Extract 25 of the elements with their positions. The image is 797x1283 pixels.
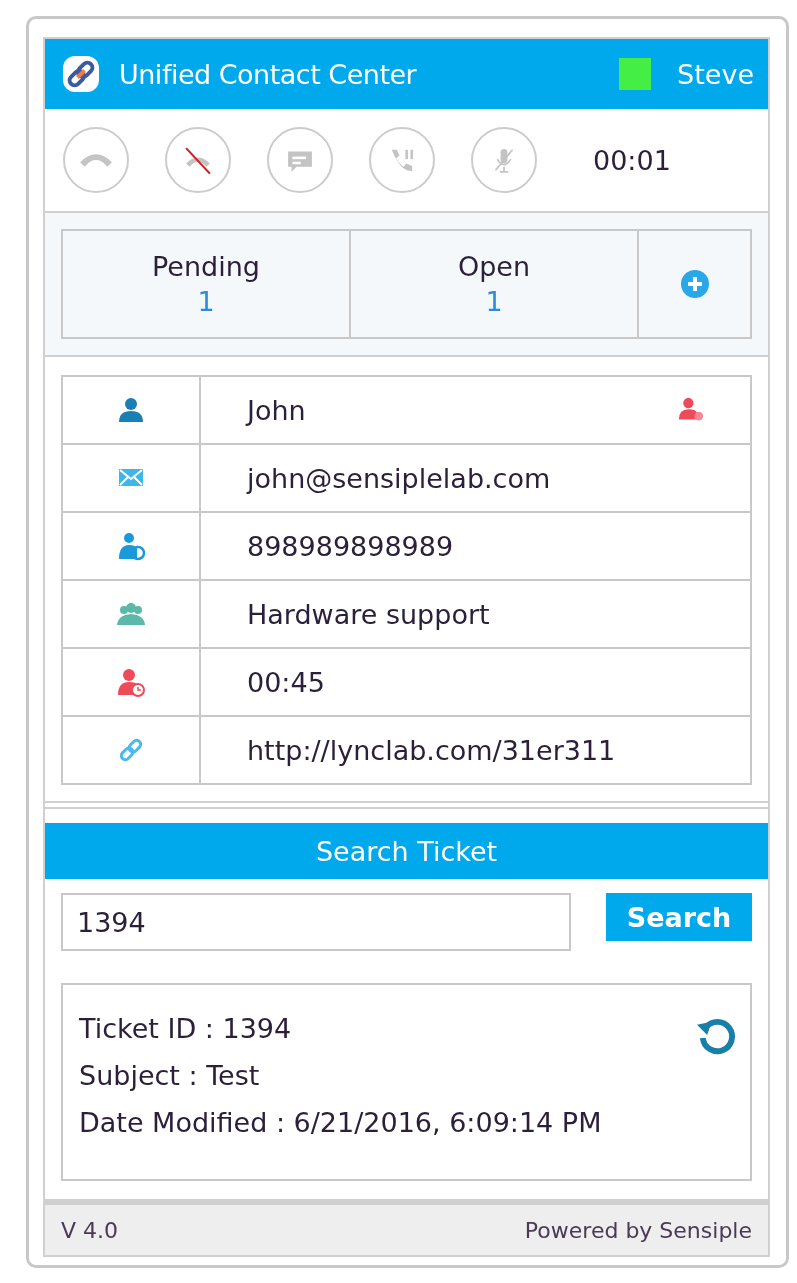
chain-link-icon: [61, 54, 101, 94]
contact-value: http://lynclab.com/31er311: [247, 734, 616, 766]
ticket-detail: Subject : Test: [79, 1060, 260, 1091]
person-clock-icon: [116, 667, 146, 697]
ticket-detail: Date Modified : 6/21/2016, 6:09:14 PM: [79, 1107, 602, 1138]
contact-value: Hardware support: [247, 598, 490, 630]
phone-handset-icon: [79, 152, 113, 168]
version-label: V 4.0: [61, 1217, 119, 1243]
user-name: Steve: [677, 58, 754, 90]
contact-value: john@sensiplelab.com: [247, 462, 551, 494]
powered-by-label: Powered by Sensiple: [524, 1217, 752, 1243]
queue-tab[interactable]: Open 1: [351, 231, 639, 337]
person-icon: [116, 395, 146, 425]
person-icon[interactable]: [676, 397, 706, 423]
ticket-search-field[interactable]: 1394: [61, 893, 571, 951]
call-timer: 00:01: [593, 144, 671, 176]
person-phone-icon: [116, 531, 146, 561]
ticket-detail: Ticket ID : 1394: [79, 1013, 292, 1044]
contact-value: John: [247, 394, 306, 426]
contact-value: 898989898989: [247, 530, 454, 562]
app-title: Unified Contact Center: [119, 58, 418, 90]
add-icon[interactable]: [679, 269, 710, 299]
queue-tab[interactable]: Pending 1: [63, 231, 351, 337]
search-ticket-header: Search Ticket: [45, 823, 768, 879]
contact-value: 00:45: [247, 666, 325, 698]
